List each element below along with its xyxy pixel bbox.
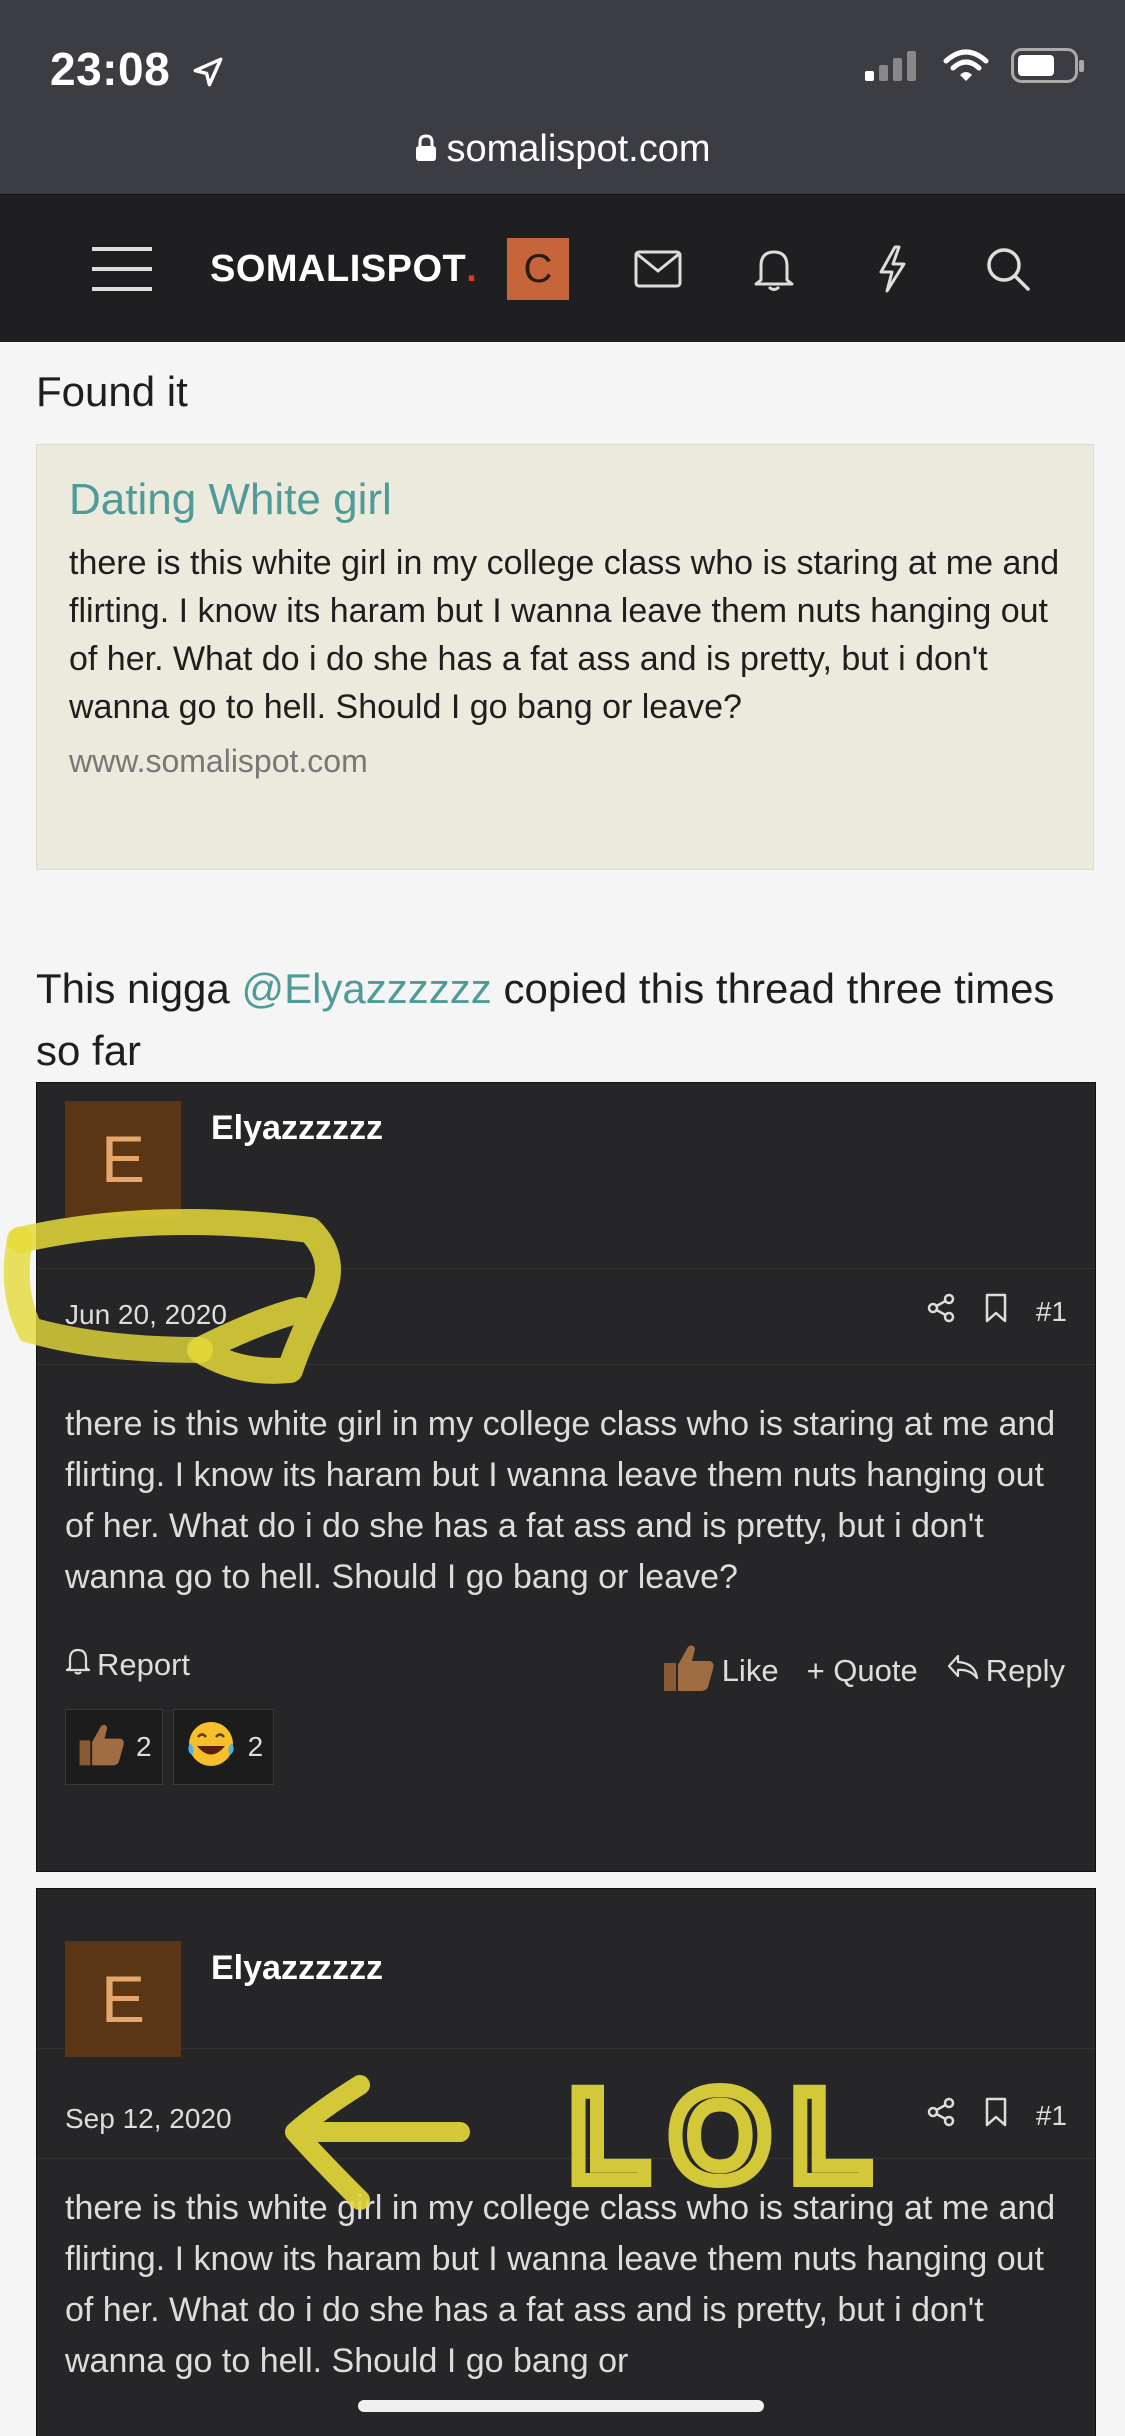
bookmark-icon[interactable] [984,2097,1008,2134]
reaction-count: 2 [247,1731,264,1762]
like-label: Like [721,1653,779,1688]
post-header: E Elyazzzzzz [37,1083,1095,1269]
reply-arrow-icon [946,1653,980,1689]
logo-dot: . [466,247,478,290]
account-avatar[interactable]: C [506,195,570,343]
remark-text: This nigga [36,965,242,1012]
status-bar: 23:08 [0,0,1125,140]
post-meta: Jun 20, 2020 #1 [37,1269,1095,1365]
post-username[interactable]: Elyazzzzzz [211,1109,383,1148]
search-icon[interactable] [978,195,1038,343]
clock-text: 23:08 [50,43,171,95]
post-number[interactable]: #1 [1036,1296,1067,1328]
site-logo[interactable]: SOMALISPOT. [210,195,480,343]
post-number[interactable]: #1 [1036,2100,1067,2132]
avatar-initial: C [507,238,569,300]
reaction-laugh[interactable]: 2 [172,1709,275,1785]
avatar[interactable]: E [65,1101,181,1217]
share-icon[interactable] [926,2097,956,2134]
quoted-post: E Elyazzzzzz Jun 20, 2020 #1 there is th… [36,1082,1096,1872]
link-preview-title[interactable]: Dating White girl [69,475,1061,525]
post-body: there is this white girl in my college c… [65,2189,1056,2380]
address-bar[interactable]: somalispot.com [0,120,1125,194]
quoted-post: E Elyazzzzzz Sep 12, 2020 #1 there is th… [36,1888,1096,2436]
post-tools: #1 [926,2097,1067,2134]
location-arrow-icon [191,46,225,100]
reply-button[interactable]: Reply [946,1653,1065,1689]
laughing-emoji-icon [184,1717,238,1778]
wifi-icon [943,49,989,88]
url-text: somalispot.com [446,128,711,170]
report-button[interactable]: Report [65,1647,190,1683]
like-button[interactable]: Like [660,1641,779,1701]
logo-text: SOMALISPOT [210,247,467,290]
thumbs-up-icon [76,1720,126,1775]
quote-label: + Quote [806,1653,918,1688]
link-preview[interactable]: Dating White girl there is this white gi… [36,444,1094,870]
bookmark-icon[interactable] [984,1293,1008,1330]
post-meta: Sep 12, 2020 #1 [37,2049,1095,2159]
status-indicators [865,48,1085,89]
reaction-like[interactable]: 2 [65,1709,163,1785]
link-preview-url: www.somalispot.com [69,743,368,779]
battery-icon [1011,48,1085,89]
post-date[interactable]: Sep 12, 2020 [65,2103,232,2135]
hamburger-menu-icon[interactable] [90,195,154,343]
bell-icon [65,1647,91,1683]
message-remark: This nigga @Elyazzzzzz copied this threa… [36,958,1096,1082]
message-intro: Found it [36,368,188,415]
post-date[interactable]: Jun 20, 2020 [65,1299,227,1331]
quote-button[interactable]: + Quote [807,1653,918,1689]
home-indicator[interactable] [358,2400,764,2412]
reply-label: Reply [985,1653,1065,1688]
signal-icon [865,49,921,88]
avatar[interactable]: E [65,1941,181,2057]
report-label: Report [97,1647,191,1682]
lightning-icon[interactable] [862,195,922,343]
user-mention-link[interactable]: @Elyazzzzzz [241,965,491,1012]
post-body: there is this white girl in my college c… [65,1405,1056,1596]
post-header: E Elyazzzzzz [37,1889,1095,2057]
post-action-group: Like + Quote Reply [660,1641,1065,1701]
share-icon[interactable] [926,1293,956,1330]
post-tools: #1 [926,1293,1067,1330]
site-nav: SOMALISPOT. C [0,194,1125,342]
reaction-summary: 2 2 [37,1709,1095,1805]
mail-icon[interactable] [628,195,688,343]
status-time: 23:08 [50,42,225,100]
bell-icon[interactable] [744,195,804,343]
lock-icon [415,129,437,172]
reaction-count: 2 [136,1731,152,1762]
thumbs-up-icon [660,1641,716,1701]
post-actions: Report Like + Quote Reply [37,1629,1095,1709]
link-preview-body: there is this white girl in my college c… [69,544,1060,726]
post-username[interactable]: Elyazzzzzz [211,1949,383,1988]
